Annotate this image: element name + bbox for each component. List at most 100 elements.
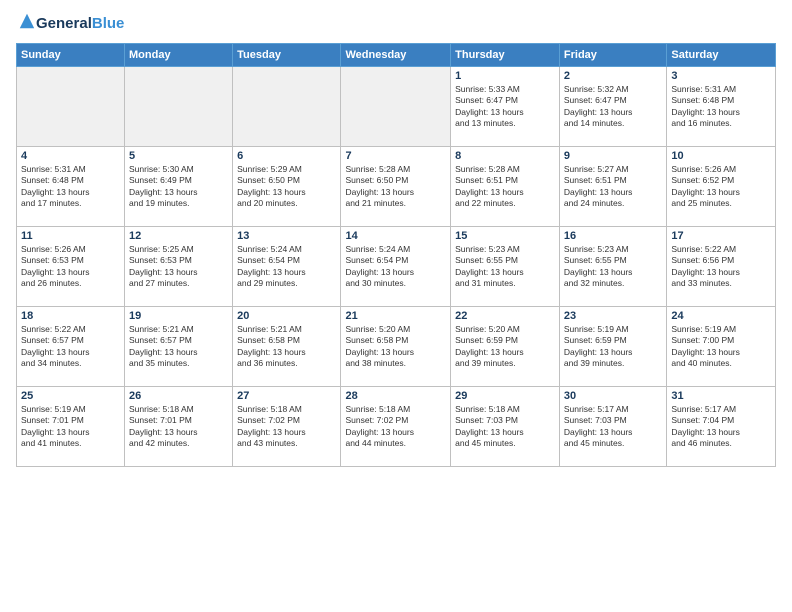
- day-info: Sunrise: 5:31 AM Sunset: 6:48 PM Dayligh…: [21, 164, 120, 210]
- calendar-cell: 4 Sunrise: 5:31 AM Sunset: 6:48 PM Daylig…: [17, 147, 125, 227]
- calendar-cell: 12 Sunrise: 5:25 AM Sunset: 6:53 PM Dayli…: [125, 227, 233, 307]
- calendar-cell: 9 Sunrise: 5:27 AM Sunset: 6:51 PM Daylig…: [559, 147, 666, 227]
- day-number: 30: [564, 390, 662, 402]
- day-number: 5: [129, 150, 228, 162]
- day-info: Sunrise: 5:18 AM Sunset: 7:02 PM Dayligh…: [237, 404, 336, 450]
- day-number: 8: [455, 150, 555, 162]
- day-info: Sunrise: 5:25 AM Sunset: 6:53 PM Dayligh…: [129, 244, 228, 290]
- day-number: 17: [671, 230, 771, 242]
- weekday-header: Sunday: [17, 44, 125, 67]
- logo-text: GeneralBlue: [36, 15, 124, 33]
- calendar-cell: 2 Sunrise: 5:32 AM Sunset: 6:47 PM Daylig…: [559, 67, 666, 147]
- day-info: Sunrise: 5:18 AM Sunset: 7:01 PM Dayligh…: [129, 404, 228, 450]
- calendar-cell: 19 Sunrise: 5:21 AM Sunset: 6:57 PM Dayli…: [125, 307, 233, 387]
- day-number: 2: [564, 70, 662, 82]
- day-number: 11: [21, 230, 120, 242]
- calendar-cell: [341, 67, 451, 147]
- day-number: 25: [21, 390, 120, 402]
- calendar-row: 1 Sunrise: 5:33 AM Sunset: 6:47 PM Daylig…: [17, 67, 776, 147]
- day-number: 12: [129, 230, 228, 242]
- calendar-cell: 16 Sunrise: 5:23 AM Sunset: 6:55 PM Dayli…: [559, 227, 666, 307]
- calendar-cell: 8 Sunrise: 5:28 AM Sunset: 6:51 PM Daylig…: [451, 147, 560, 227]
- day-info: Sunrise: 5:19 AM Sunset: 6:59 PM Dayligh…: [564, 324, 662, 370]
- day-number: 18: [21, 310, 120, 322]
- day-number: 7: [345, 150, 446, 162]
- calendar-cell: 10Sunrise: 5:26 AM Sunset: 6:52 PM Dayli…: [667, 147, 776, 227]
- calendar-cell: 1 Sunrise: 5:33 AM Sunset: 6:47 PM Daylig…: [451, 67, 560, 147]
- calendar-cell: 30 Sunrise: 5:17 AM Sunset: 7:03 PM Dayli…: [559, 387, 666, 467]
- day-number: 26: [129, 390, 228, 402]
- calendar-cell: 13 Sunrise: 5:24 AM Sunset: 6:54 PM Dayli…: [233, 227, 341, 307]
- day-number: 13: [237, 230, 336, 242]
- day-info: Sunrise: 5:17 AM Sunset: 7:03 PM Dayligh…: [564, 404, 662, 450]
- weekday-header: Saturday: [667, 44, 776, 67]
- day-info: Sunrise: 5:27 AM Sunset: 6:51 PM Dayligh…: [564, 164, 662, 210]
- calendar-cell: 21 Sunrise: 5:20 AM Sunset: 6:58 PM Dayli…: [341, 307, 451, 387]
- day-number: 16: [564, 230, 662, 242]
- day-number: 31: [671, 390, 771, 402]
- day-info: Sunrise: 5:20 AM Sunset: 6:58 PM Dayligh…: [345, 324, 446, 370]
- calendar-cell: [233, 67, 341, 147]
- day-info: Sunrise: 5:21 AM Sunset: 6:58 PM Dayligh…: [237, 324, 336, 370]
- day-info: Sunrise: 5:31 AM Sunset: 6:48 PM Dayligh…: [671, 84, 771, 130]
- day-info: Sunrise: 5:17 AM Sunset: 7:04 PM Dayligh…: [671, 404, 771, 450]
- weekday-header: Friday: [559, 44, 666, 67]
- day-number: 14: [345, 230, 446, 242]
- day-number: 29: [455, 390, 555, 402]
- day-info: Sunrise: 5:29 AM Sunset: 6:50 PM Dayligh…: [237, 164, 336, 210]
- calendar-cell: 15 Sunrise: 5:23 AM Sunset: 6:55 PM Dayli…: [451, 227, 560, 307]
- day-number: 6: [237, 150, 336, 162]
- day-number: 9: [564, 150, 662, 162]
- calendar-cell: 22 Sunrise: 5:20 AM Sunset: 6:59 PM Dayli…: [451, 307, 560, 387]
- calendar-cell: 7Sunrise: 5:28 AM Sunset: 6:50 PM Daylig…: [341, 147, 451, 227]
- day-number: 21: [345, 310, 446, 322]
- day-info: Sunrise: 5:23 AM Sunset: 6:55 PM Dayligh…: [564, 244, 662, 290]
- calendar-cell: 14Sunrise: 5:24 AM Sunset: 6:54 PM Dayli…: [341, 227, 451, 307]
- logo: GeneralBlue: [16, 12, 124, 35]
- day-number: 4: [21, 150, 120, 162]
- calendar-cell: 11 Sunrise: 5:26 AM Sunset: 6:53 PM Dayli…: [17, 227, 125, 307]
- day-info: Sunrise: 5:30 AM Sunset: 6:49 PM Dayligh…: [129, 164, 228, 210]
- day-number: 3: [671, 70, 771, 82]
- day-info: Sunrise: 5:21 AM Sunset: 6:57 PM Dayligh…: [129, 324, 228, 370]
- day-info: Sunrise: 5:28 AM Sunset: 6:51 PM Dayligh…: [455, 164, 555, 210]
- calendar-cell: 24Sunrise: 5:19 AM Sunset: 7:00 PM Dayli…: [667, 307, 776, 387]
- calendar-row: 25Sunrise: 5:19 AM Sunset: 7:01 PM Dayli…: [17, 387, 776, 467]
- day-info: Sunrise: 5:20 AM Sunset: 6:59 PM Dayligh…: [455, 324, 555, 370]
- day-info: Sunrise: 5:18 AM Sunset: 7:03 PM Dayligh…: [455, 404, 555, 450]
- day-number: 19: [129, 310, 228, 322]
- day-info: Sunrise: 5:18 AM Sunset: 7:02 PM Dayligh…: [345, 404, 446, 450]
- weekday-header: Monday: [125, 44, 233, 67]
- calendar-cell: 20 Sunrise: 5:21 AM Sunset: 6:58 PM Dayli…: [233, 307, 341, 387]
- logo-icon: [18, 12, 36, 30]
- day-number: 20: [237, 310, 336, 322]
- calendar-cell: 5 Sunrise: 5:30 AM Sunset: 6:49 PM Daylig…: [125, 147, 233, 227]
- day-info: Sunrise: 5:26 AM Sunset: 6:52 PM Dayligh…: [671, 164, 771, 210]
- day-info: Sunrise: 5:26 AM Sunset: 6:53 PM Dayligh…: [21, 244, 120, 290]
- calendar-row: 18 Sunrise: 5:22 AM Sunset: 6:57 PM Dayli…: [17, 307, 776, 387]
- header: GeneralBlue: [16, 12, 776, 35]
- calendar-cell: 17 Sunrise: 5:22 AM Sunset: 6:56 PM Dayli…: [667, 227, 776, 307]
- day-number: 23: [564, 310, 662, 322]
- calendar-cell: 27 Sunrise: 5:18 AM Sunset: 7:02 PM Dayli…: [233, 387, 341, 467]
- weekday-header: Thursday: [451, 44, 560, 67]
- day-info: Sunrise: 5:24 AM Sunset: 6:54 PM Dayligh…: [237, 244, 336, 290]
- page: GeneralBlue SundayMondayTuesdayWednesday…: [0, 0, 792, 612]
- day-info: Sunrise: 5:22 AM Sunset: 6:56 PM Dayligh…: [671, 244, 771, 290]
- day-info: Sunrise: 5:33 AM Sunset: 6:47 PM Dayligh…: [455, 84, 555, 130]
- day-number: 1: [455, 70, 555, 82]
- day-info: Sunrise: 5:23 AM Sunset: 6:55 PM Dayligh…: [455, 244, 555, 290]
- weekday-header: Wednesday: [341, 44, 451, 67]
- day-number: 24: [671, 310, 771, 322]
- day-number: 22: [455, 310, 555, 322]
- calendar-cell: [125, 67, 233, 147]
- day-info: Sunrise: 5:32 AM Sunset: 6:47 PM Dayligh…: [564, 84, 662, 130]
- calendar-table: SundayMondayTuesdayWednesdayThursdayFrid…: [16, 43, 776, 467]
- calendar-row: 4 Sunrise: 5:31 AM Sunset: 6:48 PM Daylig…: [17, 147, 776, 227]
- day-number: 15: [455, 230, 555, 242]
- calendar-cell: 26 Sunrise: 5:18 AM Sunset: 7:01 PM Dayli…: [125, 387, 233, 467]
- calendar-cell: [17, 67, 125, 147]
- calendar-cell: 18 Sunrise: 5:22 AM Sunset: 6:57 PM Dayli…: [17, 307, 125, 387]
- day-number: 27: [237, 390, 336, 402]
- day-info: Sunrise: 5:22 AM Sunset: 6:57 PM Dayligh…: [21, 324, 120, 370]
